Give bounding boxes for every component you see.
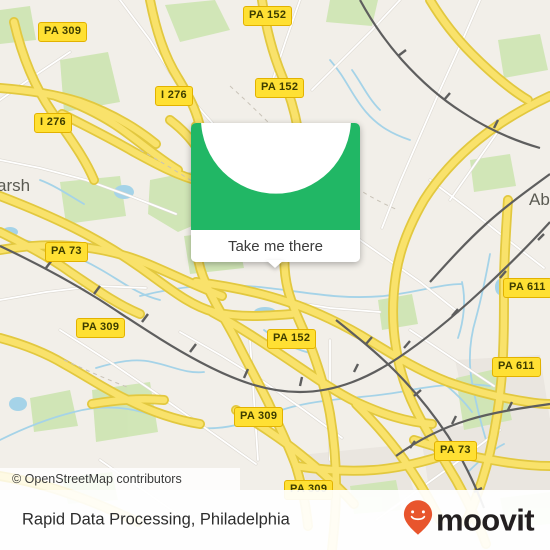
road-shield: PA 73 — [434, 441, 477, 461]
footer-bar: Rapid Data Processing, Philadelphia moov… — [0, 490, 550, 550]
road-shield: PA 309 — [234, 407, 284, 427]
road-shield: PA 309 — [76, 318, 126, 338]
callout-pin-area — [191, 123, 360, 230]
road-shield: PA 152 — [243, 6, 293, 26]
road-shield: PA 611 — [492, 357, 541, 377]
moovit-map-screenshot: PA 309 PA 152 I 276 PA 152 I 276 PA 73 P… — [0, 0, 550, 550]
road-shield: PA 152 — [255, 78, 305, 98]
callout-pointer-tail — [266, 260, 284, 268]
moovit-brand[interactable]: moovit — [403, 500, 535, 541]
road-shield: PA 309 — [38, 22, 88, 42]
moovit-wordmark: moovit — [435, 502, 535, 538]
road-shield: PA 611 — [503, 278, 550, 298]
road-shield: PA 152 — [267, 329, 317, 349]
road-shield: I 276 — [155, 86, 193, 106]
osm-attribution-text: © OpenStreetMap contributors — [12, 472, 182, 486]
map-canvas[interactable]: PA 309 PA 152 I 276 PA 152 I 276 PA 73 P… — [0, 0, 550, 550]
road-shield: PA 73 — [45, 242, 88, 262]
place-label: Abi — [529, 190, 550, 209]
osm-attribution[interactable]: © OpenStreetMap contributors — [0, 468, 240, 490]
place-title: Rapid Data Processing, Philadelphia — [22, 510, 290, 529]
moovit-smiley-pin-icon — [403, 500, 433, 541]
road-shield: I 276 — [34, 113, 72, 133]
location-callout-card[interactable]: Take me there — [191, 123, 360, 262]
place-label: arsh — [0, 176, 31, 195]
